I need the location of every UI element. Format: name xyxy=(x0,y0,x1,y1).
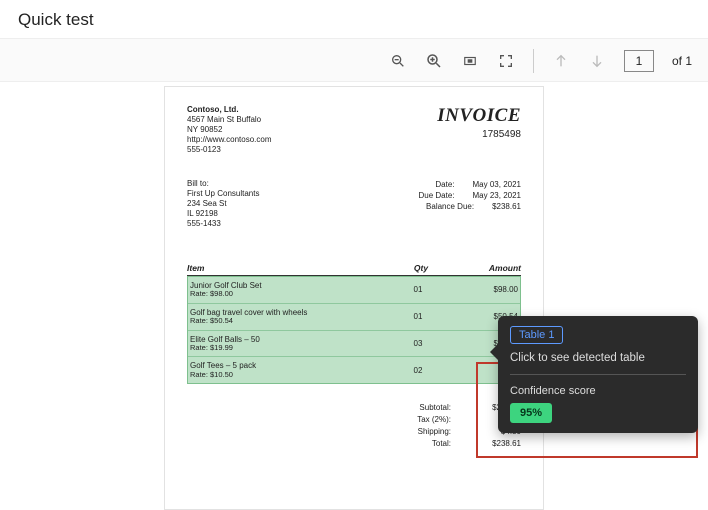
col-item-header: Item xyxy=(187,263,391,273)
due-date-label: Due Date: xyxy=(395,190,455,201)
from-phone: 555-0123 xyxy=(187,145,221,154)
dates-block: Date:May 03, 2021 Due Date:May 23, 2021 … xyxy=(395,179,521,229)
item-qty: 01 xyxy=(388,312,448,321)
bill-phone: 555-1433 xyxy=(187,219,221,228)
document-area: Contoso, Ltd. 4567 Main St Buffalo NY 90… xyxy=(0,80,708,510)
total-label: Total: xyxy=(381,438,451,450)
page-title: Quick test xyxy=(0,0,708,38)
page-number-input[interactable]: 1 xyxy=(624,50,654,72)
balance-label: Balance Due: xyxy=(414,201,474,212)
confidence-badge: 95% xyxy=(510,403,552,423)
items-table-header: Item Qty Amount xyxy=(187,263,521,276)
bill-to-label: Bill to: xyxy=(187,179,209,188)
total-value: $238.61 xyxy=(471,438,521,450)
from-street: 4567 Main St Buffalo xyxy=(187,115,261,124)
col-amount-header: Amount xyxy=(451,263,521,273)
tooltip-table-badge[interactable]: Table 1 xyxy=(510,326,563,344)
item-rate: Rate: $50.54 xyxy=(190,317,388,326)
page-count-label: of 1 xyxy=(672,54,692,68)
detected-table-region[interactable]: Junior Golf Club SetRate: $98.00 01 $98.… xyxy=(187,276,521,384)
item-qty: 03 xyxy=(388,339,448,348)
confidence-label: Confidence score xyxy=(510,385,686,397)
item-qty: 02 xyxy=(388,366,448,375)
item-qty: 01 xyxy=(388,285,448,294)
col-qty-header: Qty xyxy=(391,263,451,273)
fit-width-icon[interactable] xyxy=(461,52,479,70)
item-rate: Rate: $19.99 xyxy=(190,344,388,353)
tax-label: Tax (2%): xyxy=(381,414,451,426)
next-page-icon[interactable] xyxy=(588,52,606,70)
due-date-value: May 23, 2021 xyxy=(473,190,521,201)
item-amount: $98.00 xyxy=(448,285,518,294)
from-address-block: Contoso, Ltd. 4567 Main St Buffalo NY 90… xyxy=(187,105,271,155)
subtotal-label: Subtotal: xyxy=(381,402,451,414)
table-tooltip[interactable]: Table 1 Click to see detected table Conf… xyxy=(498,316,698,433)
viewer-toolbar: 1 of 1 xyxy=(0,38,708,82)
invoice-number: 1785498 xyxy=(437,129,521,140)
invoice-title: INVOICE xyxy=(437,105,521,127)
date-label: Date: xyxy=(395,179,455,190)
date-value: May 03, 2021 xyxy=(473,179,521,190)
from-name: Contoso, Ltd. xyxy=(187,105,239,114)
table-row: Junior Golf Club SetRate: $98.00 01 $98.… xyxy=(188,277,520,304)
prev-page-icon[interactable] xyxy=(552,52,570,70)
from-url: http://www.contoso.com xyxy=(187,135,271,144)
toolbar-divider xyxy=(533,49,534,73)
bill-citystate: IL 92198 xyxy=(187,209,218,218)
table-row: Elite Golf Balls – 50Rate: $19.99 03 $59… xyxy=(188,331,520,358)
bill-to-block: Bill to: First Up Consultants 234 Sea St… xyxy=(187,179,259,229)
zoom-in-icon[interactable] xyxy=(425,52,443,70)
tooltip-hint: Click to see detected table xyxy=(510,352,686,364)
bill-name: First Up Consultants xyxy=(187,189,259,198)
invoice-title-block: INVOICE 1785498 xyxy=(437,105,521,155)
bill-street: 234 Sea St xyxy=(187,199,227,208)
fullscreen-icon[interactable] xyxy=(497,52,515,70)
zoom-out-icon[interactable] xyxy=(389,52,407,70)
balance-value: $238.61 xyxy=(492,201,521,212)
table-row: Golf bag travel cover with wheelsRate: $… xyxy=(188,304,520,331)
table-row: Golf Tees – 5 packRate: $10.50 02 $21 xyxy=(188,357,520,383)
toolbar-right-group: 1 of 1 xyxy=(389,39,692,83)
totals-block: Subtotal:$229.51 Tax (2%):$4.60 Shipping… xyxy=(187,402,521,450)
shipping-label: Shipping: xyxy=(381,426,451,438)
invoice-document: Contoso, Ltd. 4567 Main St Buffalo NY 90… xyxy=(164,86,544,510)
item-rate: Rate: $10.50 xyxy=(190,371,388,380)
from-citystate: NY 90852 xyxy=(187,125,222,134)
item-rate: Rate: $98.00 xyxy=(190,290,388,299)
tooltip-divider xyxy=(510,374,686,375)
tooltip-arrow-icon xyxy=(490,344,498,360)
